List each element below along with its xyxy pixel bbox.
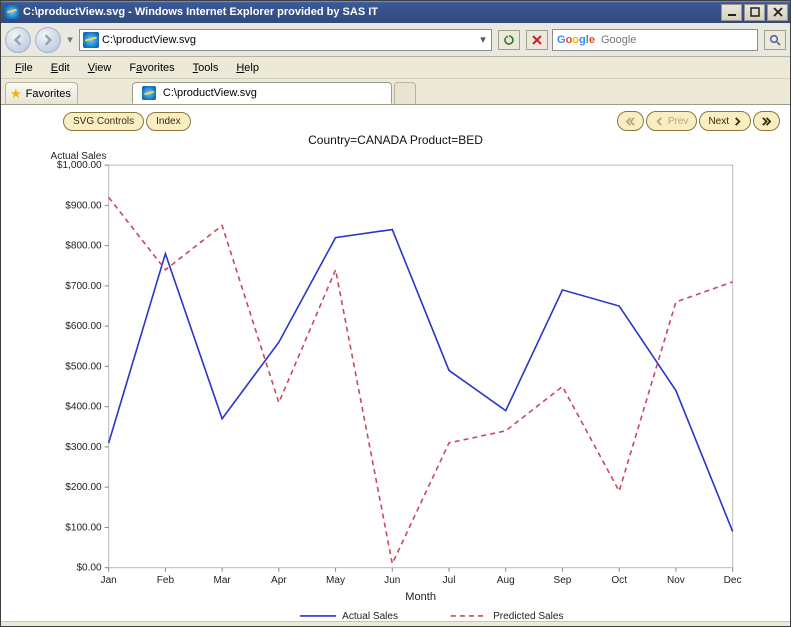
navbar: ▾ ▾ Google — [1, 23, 790, 57]
address-bar[interactable]: ▾ — [79, 29, 492, 51]
svg-text:$200.00: $200.00 — [65, 482, 102, 493]
svg-text:Nov: Nov — [667, 575, 685, 586]
index-button[interactable]: Index — [146, 112, 190, 131]
chart-area: $0.00 $100.00 $200.00 $300.00 $400.00 $500.00… — [3, 147, 788, 619]
tab-page-icon — [142, 86, 156, 100]
maximize-button[interactable] — [744, 4, 765, 21]
stop-button[interactable] — [526, 30, 548, 50]
svg-text:$100.00: $100.00 — [65, 522, 102, 533]
next-label: Next — [708, 116, 729, 127]
address-dropdown-icon[interactable]: ▾ — [475, 33, 491, 46]
titlebar[interactable]: C:\productView.svg - Windows Internet Ex… — [1, 1, 790, 23]
svg-text:Jan: Jan — [101, 575, 117, 586]
google-icon: Google — [557, 34, 595, 46]
svg-text:Mar: Mar — [213, 575, 231, 586]
next-button[interactable]: Next — [699, 111, 751, 131]
star-icon: ★ — [10, 86, 22, 102]
prev-button[interactable]: Prev — [646, 111, 698, 131]
svg-text:Month: Month — [405, 591, 436, 603]
new-tab-button[interactable] — [394, 82, 416, 104]
content-area: SVG Controls Index Prev Next Country=CAN… — [1, 105, 790, 621]
refresh-button[interactable] — [498, 30, 520, 50]
menubar: FFileile EditEdit ViewView FavoritesFavo… — [1, 57, 790, 79]
history-dropdown-icon[interactable]: ▾ — [65, 33, 75, 46]
svg-text:$700.00: $700.00 — [65, 281, 102, 292]
search-bar[interactable]: Google — [552, 29, 758, 51]
address-input[interactable] — [102, 34, 475, 46]
svg-text:Apr: Apr — [271, 575, 287, 586]
prev-label: Prev — [668, 116, 689, 127]
svg-text:Actual Sales: Actual Sales — [342, 611, 398, 621]
svg-text:Jul: Jul — [443, 575, 456, 586]
favorites-button[interactable]: ★ Favorites — [5, 82, 78, 104]
svg-text:Actual Sales: Actual Sales — [51, 151, 107, 162]
search-button[interactable] — [764, 30, 786, 50]
svg-text:Sep: Sep — [554, 575, 572, 586]
menu-file[interactable]: FFileile — [7, 60, 41, 76]
favorites-label: Favorites — [26, 88, 71, 100]
menu-help[interactable]: HelpHelp — [228, 60, 267, 76]
back-button[interactable] — [5, 27, 31, 53]
chart-title: Country=CANADA Product=BED — [3, 133, 788, 147]
svg-text:Dec: Dec — [724, 575, 742, 586]
tab-productview[interactable]: C:\productView.svg — [132, 82, 392, 104]
svg-text:May: May — [326, 575, 345, 586]
tab-label: C:\productView.svg — [163, 87, 257, 99]
minimize-button[interactable] — [721, 4, 742, 21]
svg-control-strip: SVG Controls Index Prev Next — [3, 107, 788, 131]
svg-controls-button[interactable]: SVG Controls — [63, 112, 144, 131]
statusbar — [1, 621, 790, 626]
ie-window: C:\productView.svg - Windows Internet Ex… — [0, 0, 791, 627]
svg-text:$500.00: $500.00 — [65, 361, 102, 372]
menu-view[interactable]: ViewView — [80, 60, 120, 76]
svg-text:Jun: Jun — [384, 575, 400, 586]
tabstrip: ★ Favorites C:\productView.svg — [1, 79, 790, 105]
svg-text:$600.00: $600.00 — [65, 321, 102, 332]
menu-favorites[interactable]: FavoritesFavorites — [121, 60, 182, 76]
menu-tools[interactable]: ToolsTools — [185, 60, 227, 76]
menu-edit[interactable]: EditEdit — [43, 60, 78, 76]
svg-text:Oct: Oct — [611, 575, 627, 586]
window-title: C:\productView.svg - Windows Internet Ex… — [23, 6, 378, 18]
search-input[interactable] — [599, 33, 757, 47]
first-page-button[interactable] — [617, 111, 644, 131]
svg-text:$0.00: $0.00 — [76, 563, 102, 574]
svg-text:$900.00: $900.00 — [65, 200, 102, 211]
ie-logo-icon — [5, 5, 19, 19]
page-icon — [83, 32, 99, 48]
forward-button[interactable] — [35, 27, 61, 53]
svg-text:Predicted Sales: Predicted Sales — [493, 611, 563, 621]
last-page-button[interactable] — [753, 111, 780, 131]
svg-text:Feb: Feb — [157, 575, 175, 586]
line-chart: $0.00 $100.00 $200.00 $300.00 $400.00 $500.00… — [3, 147, 788, 621]
svg-text:$800.00: $800.00 — [65, 241, 102, 252]
close-button[interactable] — [767, 4, 788, 21]
svg-text:Aug: Aug — [497, 575, 515, 586]
svg-text:$300.00: $300.00 — [65, 442, 102, 453]
svg-text:$400.00: $400.00 — [65, 402, 102, 413]
